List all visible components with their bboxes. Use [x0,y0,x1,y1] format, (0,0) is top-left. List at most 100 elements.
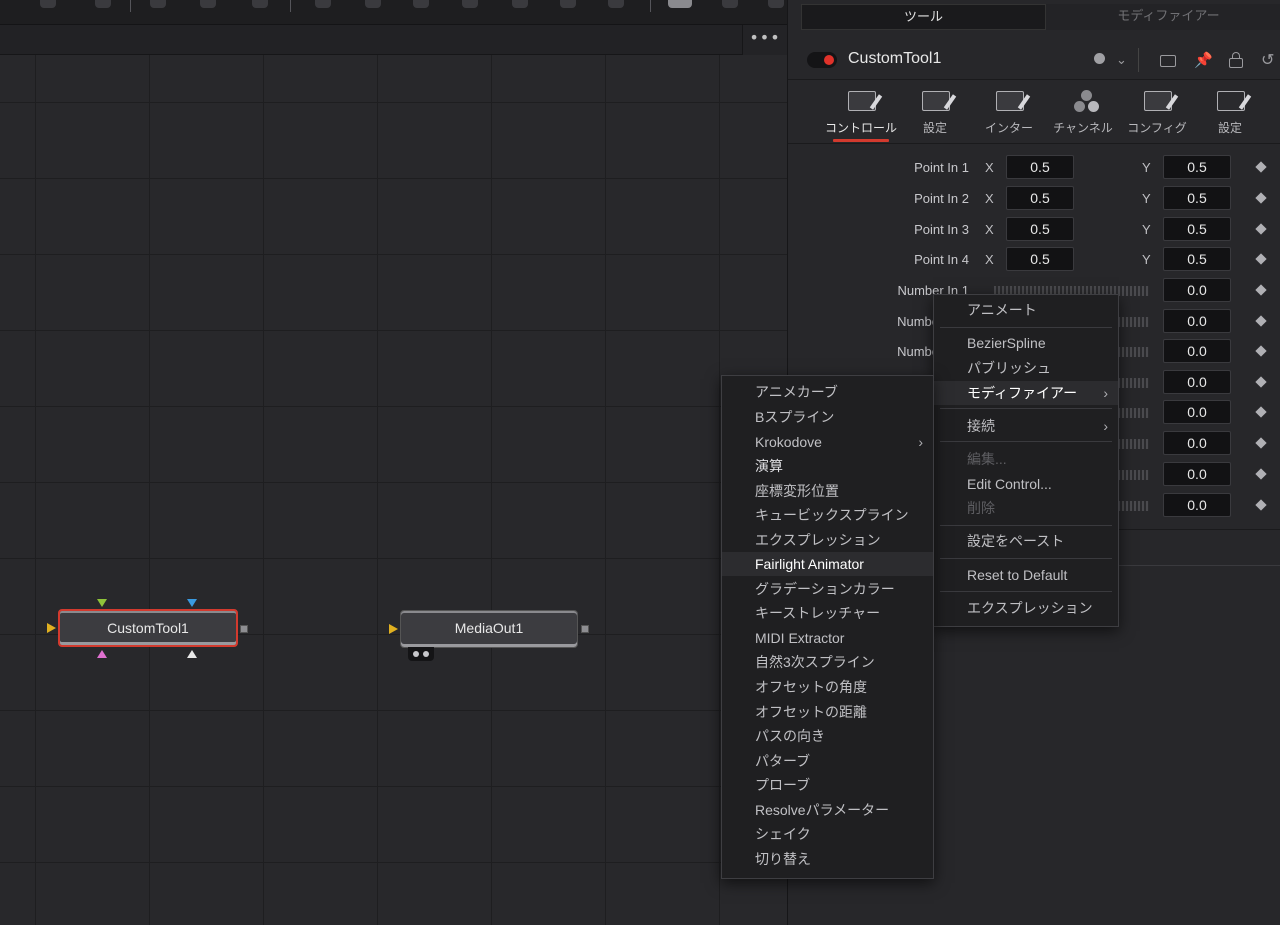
node-output-icon[interactable] [240,625,248,633]
number-in-3-field[interactable]: 0.0 [1163,339,1231,363]
keyframe-icon[interactable] [1255,376,1267,388]
toolbar-tool-icon[interactable] [95,0,111,8]
menu-item-edit-control[interactable]: Edit Control... [934,472,1118,496]
submenu-item-expression[interactable]: エクスプレッション [722,528,933,552]
node-output-icon[interactable] [581,625,589,633]
menu-item-delete[interactable]: 削除 [934,496,1118,520]
tab-config[interactable]: コンフィグ [1119,82,1195,144]
node-input-yellow-icon[interactable] [47,623,56,633]
menu-item-bezier-spline[interactable]: BezierSpline [934,331,1118,355]
number-in-1-field[interactable]: 0.0 [1163,278,1231,302]
tab-tools[interactable]: ツール [801,4,1046,30]
keyframe-icon[interactable] [1255,223,1267,235]
view-indicator-icon[interactable] [408,647,434,661]
toolbar-tool-icon[interactable] [252,0,268,8]
menu-item-publish[interactable]: パブリッシュ [934,356,1118,380]
chevron-down-icon[interactable]: ⌄ [1116,53,1127,68]
point-in-1-y-field[interactable]: 0.5 [1163,155,1231,179]
menu-item-reset-default[interactable]: Reset to Default [934,563,1118,587]
toolbar-tool-icon[interactable] [315,0,331,8]
keyframe-icon[interactable] [1255,315,1267,327]
toolbar-tool-icon[interactable] [413,0,429,8]
submenu-item-probe[interactable]: プローブ [722,773,933,797]
submenu-item-perturb[interactable]: パターブ [722,749,933,773]
number-in-4-field[interactable]: 0.0 [1163,370,1231,394]
toolbar-tool-icon[interactable] [150,0,166,8]
tab-inter[interactable]: インター [971,82,1047,144]
submenu-item-b-spline[interactable]: Bスプライン [722,405,933,429]
submenu-item-offset-angle[interactable]: オフセットの角度 [722,675,933,699]
reset-icon[interactable]: ↺ [1261,50,1274,69]
submenu-item-gradient-color[interactable]: グラデーションカラー [722,577,933,601]
submenu-item-cubic-spline[interactable]: キュービックスプライン [722,503,933,527]
menu-item-expression[interactable]: エクスプレッション [934,596,1118,620]
tab-channels[interactable]: チャンネル [1045,82,1121,144]
lock-icon[interactable] [1229,52,1243,68]
pin-icon[interactable]: 📌 [1194,51,1213,69]
number-in-2-field[interactable]: 0.0 [1163,309,1231,333]
menu-item-animate[interactable]: アニメート [934,298,1118,322]
submenu-item-key-stretcher[interactable]: キーストレッチャー [722,601,933,625]
number-in-5-field[interactable]: 0.0 [1163,400,1231,424]
toolbar-tool-icon[interactable] [365,0,381,8]
keyframe-icon[interactable] [1255,468,1267,480]
node-mediaout1[interactable]: MediaOut1 [400,610,578,648]
keyframe-icon[interactable] [1255,437,1267,449]
tab-controls[interactable]: コントロール [823,82,899,144]
point-in-3-x-field[interactable]: 0.5 [1006,217,1074,241]
node-customtool1[interactable]: CustomTool1 [58,609,238,647]
toolbar-tool-icon[interactable] [768,0,784,8]
toolbar-tool-icon[interactable] [512,0,528,8]
menu-item-connect[interactable]: 接続 › [934,414,1118,438]
point-in-2-y-field[interactable]: 0.5 [1163,186,1231,210]
menu-item-modifier[interactable]: モディファイアー › [934,381,1118,405]
point-in-4-x-field[interactable]: 0.5 [1006,247,1074,271]
submenu-item-krokodove[interactable]: Krokodove › [722,430,933,454]
keyframe-icon[interactable] [1255,192,1267,204]
submenu-item-offset-distance[interactable]: オフセットの距離 [722,700,933,724]
number-in-8-field[interactable]: 0.0 [1163,493,1231,517]
node-input-yellow-icon[interactable] [389,624,398,634]
submenu-item-shake[interactable]: シェイク [722,822,933,846]
keyframe-icon[interactable] [1255,406,1267,418]
toolbar-tool-icon[interactable] [722,0,738,8]
keyframe-icon[interactable] [1255,345,1267,357]
toolbar-tool-icon[interactable] [560,0,576,8]
point-in-1-x-field[interactable]: 0.5 [1006,155,1074,179]
point-in-4-y-field[interactable]: 0.5 [1163,247,1231,271]
toolbar-tool-icon[interactable] [200,0,216,8]
menu-item-edit[interactable]: 編集... [934,447,1118,471]
versions-icon[interactable] [1160,55,1176,67]
tab-settings-2[interactable]: 設定 [1192,82,1268,144]
toolbar-tool-icon[interactable] [40,0,56,8]
more-options-button[interactable]: ••• [742,25,787,55]
toolbar-tool-icon[interactable] [668,0,692,8]
submenu-item-path-direction[interactable]: パスの向き [722,724,933,748]
toolbar-tool-icon[interactable] [608,0,624,8]
keyframe-icon[interactable] [1255,284,1267,296]
node-editor[interactable]: ••• CustomTool1 MediaOut1 [0,0,787,925]
node-input-magenta-icon[interactable] [97,650,107,658]
submenu-item-natural-cubic-spline[interactable]: 自然3次スプライン [722,650,933,674]
version-dot-icon[interactable] [1094,53,1105,64]
submenu-item-resolve-parameter[interactable]: Resolveパラメーター [722,798,933,822]
tab-settings[interactable]: 設定 [897,82,973,144]
node-input-green-icon[interactable] [97,599,107,607]
submenu-item-fairlight-animator[interactable]: Fairlight Animator [722,552,933,576]
keyframe-icon[interactable] [1255,161,1267,173]
number-in-7-field[interactable]: 0.0 [1163,462,1231,486]
keyframe-icon[interactable] [1255,253,1267,265]
point-in-2-x-field[interactable]: 0.5 [1006,186,1074,210]
submenu-item-midi-extractor[interactable]: MIDI Extractor [722,626,933,650]
number-in-6-field[interactable]: 0.0 [1163,431,1231,455]
submenu-item-coordinate-transform[interactable]: 座標変形位置 [722,479,933,503]
submenu-item-calculation[interactable]: 演算 [722,454,933,478]
menu-item-paste-settings[interactable]: 設定をペースト [934,529,1118,553]
point-in-3-y-field[interactable]: 0.5 [1163,217,1231,241]
tool-enable-toggle[interactable] [807,52,837,68]
node-input-white-icon[interactable] [187,650,197,658]
node-input-blue-icon[interactable] [187,599,197,607]
keyframe-icon[interactable] [1255,499,1267,511]
tab-modifiers[interactable]: モディファイアー [1046,4,1280,30]
submenu-item-switch[interactable]: 切り替え [722,847,933,871]
